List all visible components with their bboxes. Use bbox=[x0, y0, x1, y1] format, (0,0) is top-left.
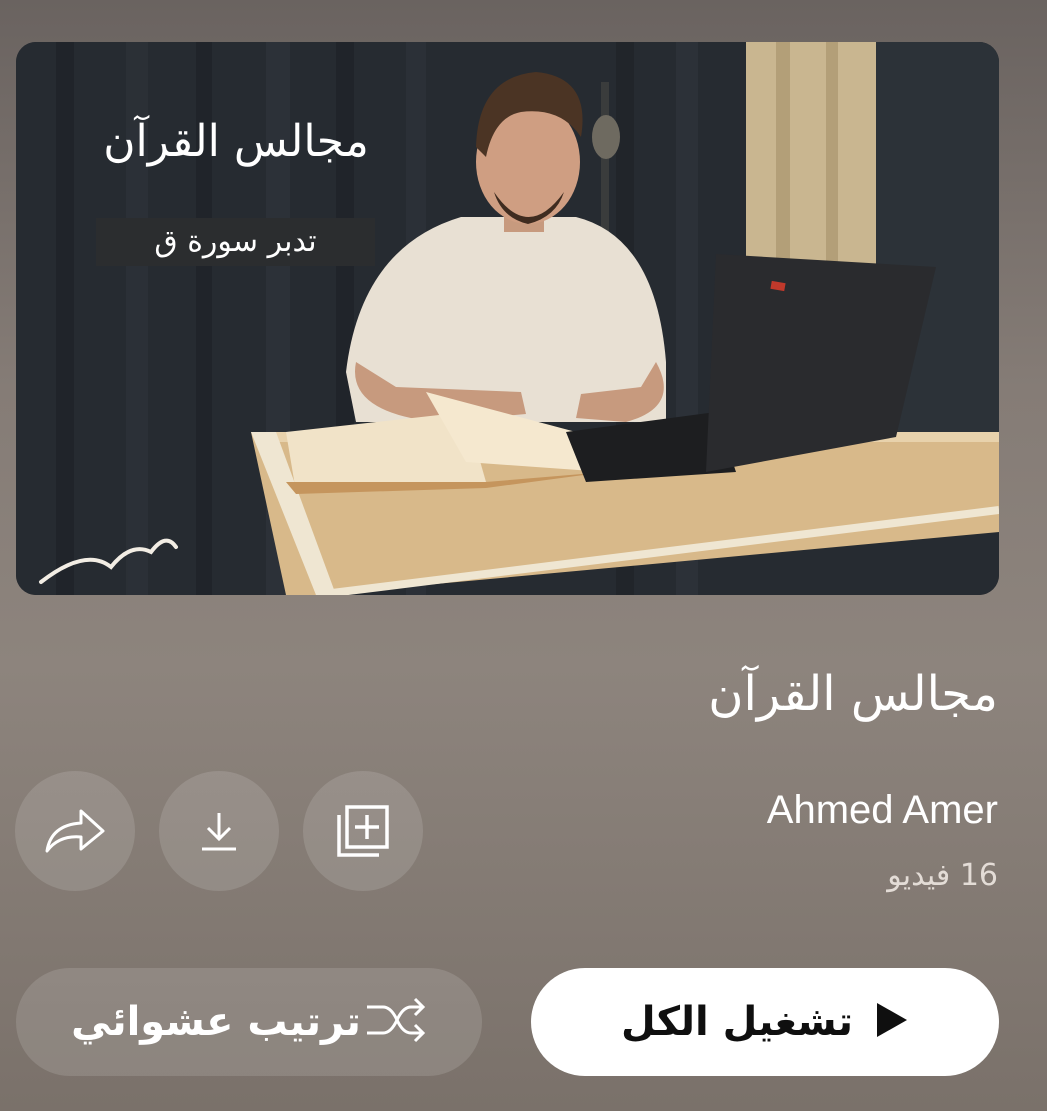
download-button[interactable] bbox=[159, 771, 279, 891]
thumbnail-title-overlay: مجالس القرآن bbox=[103, 116, 369, 167]
shuffle-button[interactable]: ترتيب عشوائي bbox=[16, 968, 482, 1076]
play-all-button[interactable]: تشغيل الكل bbox=[531, 968, 999, 1076]
playlist-thumbnail[interactable]: مجالس القرآن تدبر سورة ق bbox=[16, 42, 999, 595]
thumbnail-subtitle-overlay: تدبر سورة ق bbox=[96, 218, 375, 266]
share-button[interactable] bbox=[15, 771, 135, 891]
playlist-title: مجالس القرآن bbox=[708, 666, 998, 722]
play-all-label: تشغيل الكل bbox=[621, 999, 853, 1045]
download-icon bbox=[202, 813, 236, 851]
shuffle-icon bbox=[365, 997, 427, 1047]
save-to-library-button[interactable] bbox=[303, 771, 423, 891]
shuffle-label: ترتيب عشوائي bbox=[71, 999, 361, 1045]
playlist-add-icon bbox=[337, 805, 389, 857]
play-icon bbox=[875, 1001, 909, 1043]
video-count: 16 فيديو bbox=[887, 858, 998, 893]
channel-name[interactable]: Ahmed Amer bbox=[767, 784, 998, 836]
share-icon bbox=[45, 809, 105, 853]
